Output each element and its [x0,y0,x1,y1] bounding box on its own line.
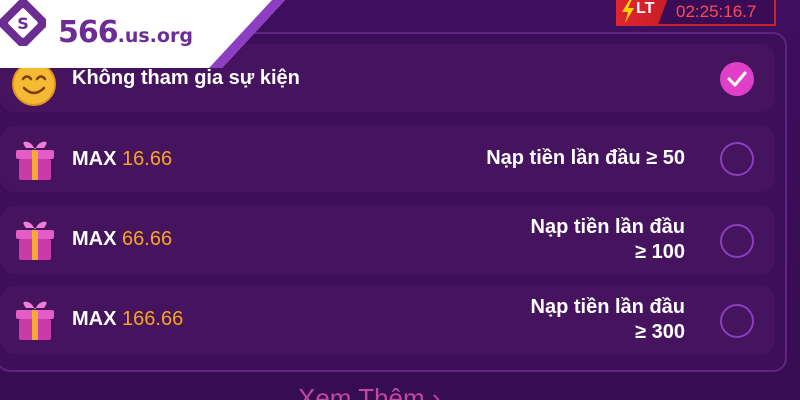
radio-checked[interactable] [720,62,754,96]
option-label: Không tham gia sự kiện [72,67,300,89]
max-prefix: MAX [72,228,117,250]
lt-label: LT [636,0,655,17]
deposit-condition: Nạp tiền lần đầu ≥ 100 [531,215,685,265]
deposit-condition: Nạp tiền lần đầu ≥ 50 [486,146,685,171]
gift-icon [16,301,54,340]
condition-line-2: ≥ 300 [635,321,685,343]
condition-line-2: ≥ 100 [635,241,685,263]
lightning-icon [622,0,634,23]
radio-unchecked[interactable] [720,224,754,258]
logo-number: 566 [58,15,119,50]
bonus-amount: 16.66 [122,148,173,170]
logo-banner: S 566.us.org [0,0,285,68]
deposit-condition: Nạp tiền lần đầu ≥ 300 [531,295,685,345]
logo-suffix: .us.org [117,25,193,47]
gift-icon [16,221,54,260]
logo-text: 566.us.org [58,15,193,50]
option-label: MAX 16.66 [72,148,172,171]
condition-line-1: Nạp tiền lần đầu [530,216,685,238]
option-label: MAX 66.66 [72,228,172,251]
radio-unchecked[interactable] [720,142,754,176]
lt-badge: LT [616,0,668,26]
check-icon [727,71,747,87]
option-max-66[interactable]: MAX 66.66 Nạp tiền lần đầu ≥ 100 [0,206,775,274]
bonus-amount: 66.66 [122,228,173,250]
option-max-16[interactable]: MAX 16.66 Nạp tiền lần đầu ≥ 50 [0,126,775,192]
timer-value: 02:25:16.7 [676,2,757,21]
option-max-166[interactable]: MAX 166.66 Nạp tiền lần đầu ≥ 300 [0,286,775,354]
countdown-timer: LT 02:25:16.7 [616,0,776,26]
gift-icon [16,141,54,180]
max-prefix: MAX [72,148,117,170]
bonus-amount: 166.66 [122,308,184,330]
radio-unchecked[interactable] [720,304,754,338]
see-more-link[interactable]: Xem Thêm › [298,383,441,400]
logo-icon: S [0,0,46,46]
condition-line-1: Nạp tiền lần đầu ≥ 50 [486,147,685,169]
max-prefix: MAX [72,308,117,330]
svg-text:S: S [17,14,29,33]
option-label: MAX 166.66 [72,308,183,331]
condition-line-1: Nạp tiền lần đầu [530,296,685,318]
